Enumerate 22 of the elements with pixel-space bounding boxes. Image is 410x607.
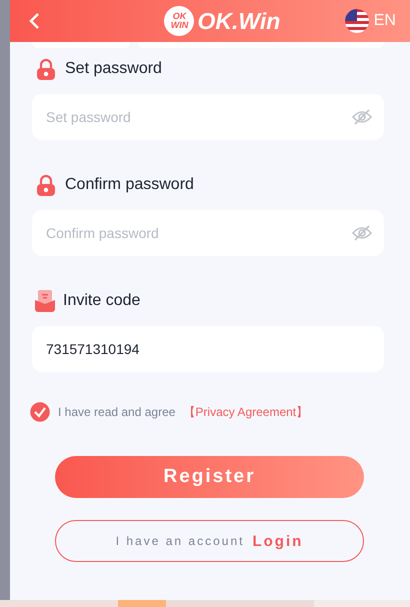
privacy-link[interactable]: 【Privacy Agreement】 bbox=[183, 404, 308, 420]
field-label: Invite code bbox=[63, 292, 140, 310]
logo-text: OK.Win bbox=[197, 8, 280, 34]
login-link[interactable]: Login bbox=[252, 532, 304, 550]
flag-icon[interactable] bbox=[344, 9, 369, 33]
account-text: I have an account bbox=[116, 534, 244, 548]
eye-slash-icon[interactable] bbox=[352, 109, 372, 125]
envelope-icon bbox=[35, 290, 55, 312]
back-icon[interactable] bbox=[28, 12, 40, 30]
register-button[interactable]: Register bbox=[55, 456, 364, 498]
input-field[interactable]: Confirm password bbox=[32, 210, 384, 256]
field-label: Set password bbox=[65, 60, 162, 78]
field-label: Confirm password bbox=[65, 176, 194, 194]
checkbox[interactable] bbox=[30, 402, 50, 422]
lock-icon bbox=[35, 174, 57, 196]
language-label[interactable]: EN bbox=[374, 12, 396, 30]
eye-slash-icon[interactable] bbox=[352, 225, 372, 241]
lock-icon bbox=[35, 58, 57, 80]
input-field[interactable]: Set password bbox=[32, 94, 384, 140]
logo-badge: OK WIN bbox=[164, 6, 194, 36]
input-field[interactable]: 731571310194 bbox=[32, 326, 384, 372]
agreement-text: I have read and agree bbox=[58, 405, 176, 419]
